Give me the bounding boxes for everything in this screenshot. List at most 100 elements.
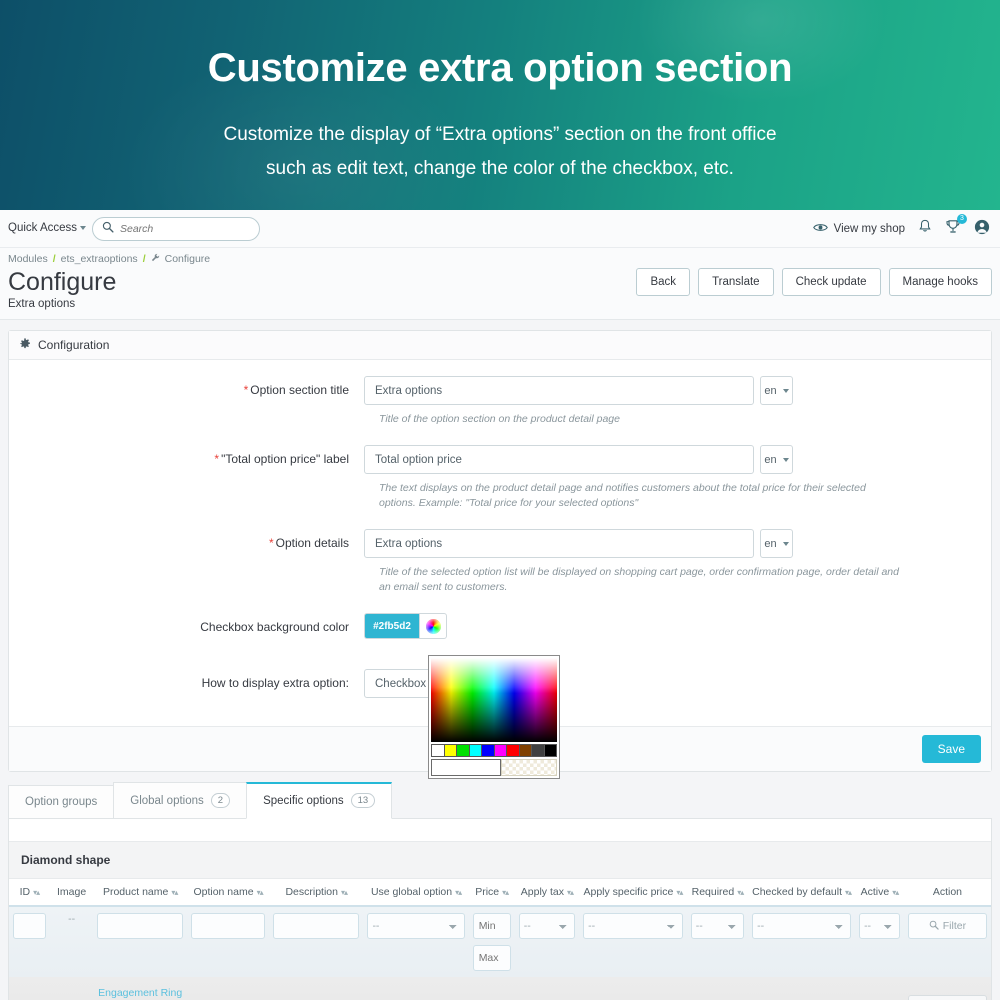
tab-bar-spacer	[391, 818, 992, 819]
option-details-input[interactable]	[364, 529, 754, 558]
th-checked-by-default[interactable]: Checked by default▾▴	[748, 879, 855, 906]
language-selector-2[interactable]: en	[760, 445, 793, 474]
cell-checked-by-default: ✖	[748, 977, 855, 1000]
search-input[interactable]	[120, 223, 240, 235]
color-picker-popup[interactable]	[428, 655, 560, 779]
th-description[interactable]: Description▾▴	[269, 879, 363, 906]
color-preset-swatches[interactable]	[431, 744, 557, 757]
swatch-blue[interactable]	[481, 744, 494, 757]
sort-icon[interactable]: ▾▴	[676, 888, 682, 897]
filter-price-max-input[interactable]	[473, 945, 511, 971]
th-image: Image	[50, 879, 94, 906]
sort-icon[interactable]: ▾▴	[845, 888, 851, 897]
breadcrumb-item-module[interactable]: ets_extraoptions	[61, 253, 138, 265]
cell-description: --	[269, 977, 363, 1000]
color-picker-field[interactable]: #2fb5d2	[364, 613, 447, 639]
back-button[interactable]: Back	[636, 268, 690, 296]
notifications-bell-button[interactable]	[918, 219, 932, 239]
manage-hooks-button[interactable]: Manage hooks	[889, 268, 992, 296]
swatch-red[interactable]	[506, 744, 519, 757]
color-saturation-area[interactable]	[431, 658, 557, 742]
sort-icon[interactable]: ▾▴	[455, 888, 461, 897]
required-asterisk: *	[244, 383, 249, 397]
merchant-expertise-button[interactable]: 3	[945, 219, 961, 239]
th-active[interactable]: Active▾▴	[855, 879, 904, 906]
filter-apply-specific-price-select[interactable]	[583, 913, 683, 939]
swatch-black[interactable]	[544, 744, 558, 757]
check-update-button[interactable]: Check update	[782, 268, 881, 296]
swatch-magenta[interactable]	[494, 744, 507, 757]
tab-global-options[interactable]: Global options 2	[113, 782, 247, 819]
filter-active-select[interactable]	[859, 913, 900, 939]
sort-icon[interactable]: ▾▴	[892, 888, 898, 897]
swatch-gray[interactable]	[531, 744, 544, 757]
configuration-panel-header: Configuration	[9, 331, 991, 360]
sort-icon[interactable]: ▾▴	[171, 888, 177, 897]
quick-access-menu[interactable]: Quick Access	[8, 222, 86, 234]
filter-checked-by-default-select[interactable]	[752, 913, 851, 939]
view-my-shop-link[interactable]: View my shop	[813, 222, 905, 236]
swatch-brown[interactable]	[519, 744, 532, 757]
sort-icon[interactable]: ▾▴	[737, 888, 743, 897]
banner-subtitle: Customize the display of “Extra options”…	[0, 118, 1000, 186]
th-product-name[interactable]: Product name▾▴	[93, 879, 187, 906]
cell-apply-specific-price: ✖	[579, 977, 687, 1000]
language-selector-3[interactable]: en	[760, 529, 793, 558]
swatch-green[interactable]	[456, 744, 469, 757]
quick-access-label: Quick Access	[8, 222, 77, 234]
banner-subtitle-line2: such as edit text, change the color of t…	[0, 152, 1000, 186]
tab-specific-options[interactable]: Specific options 13	[246, 782, 392, 819]
search-box[interactable]	[92, 217, 260, 241]
color-value-swatch[interactable]: #2fb5d2	[364, 613, 419, 639]
sort-icon[interactable]: ▾▴	[257, 888, 263, 897]
filter-description-input[interactable]	[273, 913, 359, 939]
translate-button[interactable]: Translate	[698, 268, 774, 296]
account-avatar-button[interactable]	[974, 219, 990, 240]
th-apply-tax[interactable]: Apply tax▾▴	[515, 879, 579, 906]
sort-icon[interactable]: ▾▴	[33, 888, 39, 897]
breadcrumb-item-modules[interactable]: Modules	[8, 253, 48, 265]
th-required[interactable]: Required▾▴	[687, 879, 748, 906]
sort-icon[interactable]: ▾▴	[341, 888, 347, 897]
product-name-link[interactable]: Engagement Ring with a Brilliant Diamond	[97, 986, 183, 1000]
cell-price: $20.00	[469, 977, 515, 1000]
filter-submit-button[interactable]: Filter	[908, 913, 987, 939]
filter-use-global-option-select[interactable]	[367, 913, 464, 939]
filter-cell-use-global-option	[363, 906, 468, 977]
language-selector-1[interactable]: en	[760, 376, 793, 405]
th-use-global-option[interactable]: Use global option▾▴	[363, 879, 468, 906]
color-alpha-preview[interactable]	[501, 759, 557, 776]
gear-icon	[19, 338, 31, 353]
filter-product-name-input[interactable]	[97, 913, 183, 939]
option-section-title-input[interactable]	[364, 376, 754, 405]
filter-id-input[interactable]	[13, 913, 46, 939]
table-row[interactable]: 4 Engagement Ring with a Brilliant Diamo…	[9, 977, 991, 1000]
filter-cell-id	[9, 906, 50, 977]
th-apply-specific-price[interactable]: Apply specific price▾▴	[579, 879, 687, 906]
filter-cell-checked-by-default	[748, 906, 855, 977]
th-price[interactable]: Price▾▴	[469, 879, 515, 906]
save-button[interactable]: Save	[922, 735, 981, 763]
filter-cell-active	[855, 906, 904, 977]
swatch-yellow[interactable]	[444, 744, 457, 757]
chevron-down-icon	[783, 389, 789, 393]
form-row-option-details: *Option details en	[9, 529, 991, 558]
color-wheel-button[interactable]	[419, 613, 447, 639]
th-id[interactable]: ID▾▴	[9, 879, 50, 906]
swatch-white[interactable]	[431, 744, 444, 757]
filter-required-select[interactable]	[691, 913, 744, 939]
tab-option-groups[interactable]: Option groups	[8, 785, 114, 819]
sort-icon[interactable]: ▾▴	[502, 888, 508, 897]
sort-icon[interactable]: ▾▴	[567, 888, 573, 897]
total-option-price-label-input[interactable]	[364, 445, 754, 474]
cell-use-global-option: ✔	[363, 977, 468, 1000]
filter-option-name-input[interactable]	[191, 913, 265, 939]
filter-apply-tax-select[interactable]	[519, 913, 575, 939]
language-code: en	[764, 538, 776, 550]
swatch-cyan[interactable]	[469, 744, 482, 757]
color-hex-input[interactable]	[431, 759, 501, 776]
filter-price-min-input[interactable]	[473, 913, 511, 939]
edit-button[interactable]: Edit	[908, 995, 987, 1000]
filter-button-label: Filter	[943, 920, 966, 932]
th-option-name[interactable]: Option name▾▴	[187, 879, 269, 906]
